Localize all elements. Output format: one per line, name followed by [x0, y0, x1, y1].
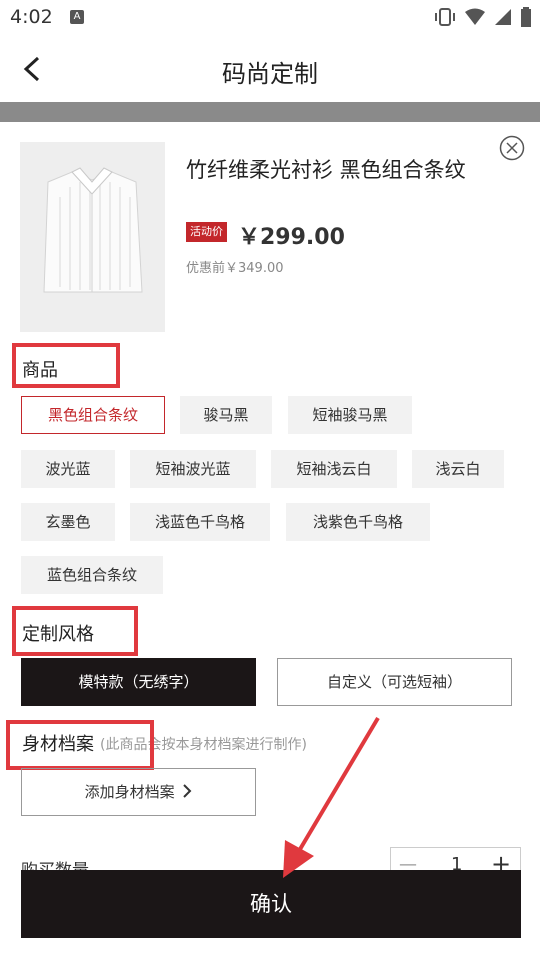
- price: ￥299.00: [238, 225, 345, 250]
- nav-bar: 码尚定制: [0, 36, 540, 102]
- promo-badge: 活动价: [186, 222, 227, 242]
- status-time: 4:02: [10, 6, 53, 28]
- color-option[interactable]: 蓝色组合条纹: [21, 556, 163, 594]
- color-option[interactable]: 短袖波光蓝: [130, 450, 256, 488]
- wifi-icon: [465, 8, 485, 25]
- color-option[interactable]: 浅紫色千鸟格: [286, 503, 430, 541]
- style-option-model[interactable]: 模特款（无绣字）: [21, 658, 256, 706]
- overlay-band: [0, 102, 540, 122]
- add-profile-label: 添加身材档案: [84, 783, 175, 801]
- add-profile-button[interactable]: 添加身材档案: [21, 768, 256, 816]
- confirm-button[interactable]: 确认: [21, 870, 521, 938]
- close-icon[interactable]: [499, 135, 525, 161]
- product-image: [20, 142, 165, 332]
- color-option[interactable]: 浅蓝色千鸟格: [130, 503, 270, 541]
- color-option[interactable]: 短袖骏马黑: [288, 396, 412, 434]
- notification-icon: A: [70, 10, 84, 24]
- color-option[interactable]: 短袖浅云白: [271, 450, 397, 488]
- annotation-box: [12, 343, 120, 388]
- color-option[interactable]: 玄墨色: [21, 503, 115, 541]
- color-option[interactable]: 黑色组合条纹: [21, 396, 165, 434]
- product-name: 竹纤维柔光衬衫 黑色组合条纹: [186, 158, 466, 182]
- style-option-custom[interactable]: 自定义（可选短袖）: [277, 658, 512, 706]
- signal-icon: [495, 9, 511, 25]
- original-price: 优惠前￥349.00: [186, 261, 284, 276]
- status-bar: 4:02 A: [0, 0, 540, 36]
- color-option[interactable]: 浅云白: [412, 450, 504, 488]
- status-icons: [434, 7, 532, 27]
- page-title: 码尚定制: [222, 60, 318, 88]
- annotation-box: [12, 606, 138, 656]
- color-option[interactable]: 波光蓝: [21, 450, 115, 488]
- color-option[interactable]: 骏马黑: [180, 396, 272, 434]
- chevron-right-icon: [183, 784, 192, 798]
- battery-icon: [521, 7, 531, 27]
- annotation-box: [6, 720, 154, 770]
- product-options-sheet: 竹纤维柔光衬衫 黑色组合条纹 活动价 ￥299.00 优惠前￥349.00 商品…: [0, 122, 540, 960]
- vibrate-icon: [435, 8, 455, 26]
